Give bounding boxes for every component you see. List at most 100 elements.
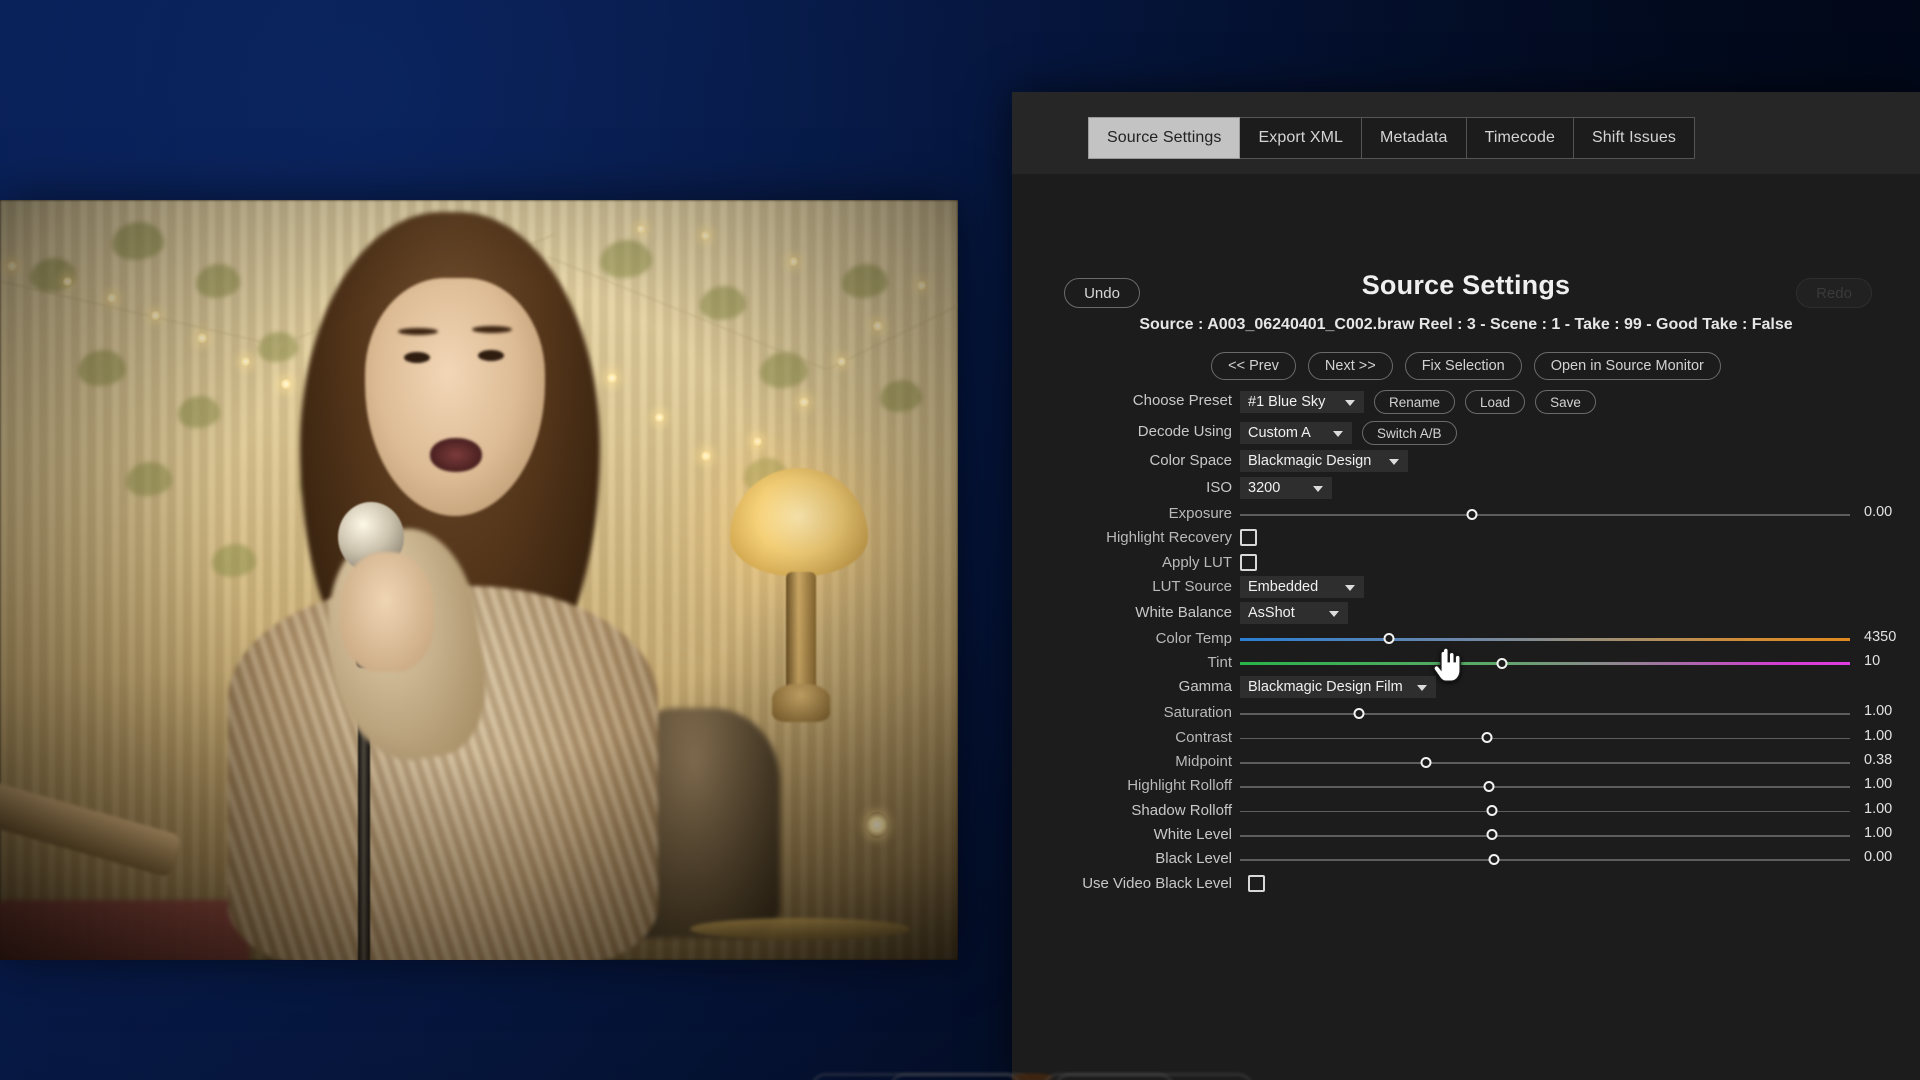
color-space-select[interactable]: Blackmagic Design (1240, 450, 1408, 472)
white-level-slider-handle[interactable] (1486, 829, 1497, 840)
row-tint: Tint 10 (1012, 652, 1920, 676)
black-level-slider-track (1240, 859, 1850, 861)
tab-bar: Source Settings Export XML Metadata Time… (1088, 117, 1695, 159)
row-white-level: White Level 1.00 (1012, 824, 1920, 848)
row-lut-source: LUT Source Embedded (1012, 576, 1920, 602)
navigation-button-row: << Prev Next >> Fix Selection Open in So… (1012, 352, 1920, 380)
contrast-slider-track (1240, 738, 1850, 740)
white-level-slider-track (1240, 835, 1850, 837)
iso-dropdown[interactable]: 3200 (1240, 477, 1332, 499)
iso-select[interactable]: 3200 (1240, 477, 1332, 499)
row-apply-lut: Apply LUT (1012, 552, 1920, 576)
midpoint-value: 0.38 (1864, 752, 1892, 768)
highlight-rolloff-slider-track (1240, 786, 1850, 788)
label-color-temp: Color Temp (1156, 630, 1232, 647)
row-black-level: Black Level 0.00 (1012, 848, 1920, 872)
white-level-slider[interactable] (1240, 834, 1850, 838)
color-temp-slider[interactable] (1240, 638, 1850, 642)
color-space-dropdown[interactable]: Blackmagic Design (1240, 450, 1408, 472)
midpoint-slider[interactable] (1240, 761, 1850, 765)
exposure-slider-track (1240, 514, 1850, 516)
label-tint: Tint (1208, 654, 1232, 671)
save-preset-button[interactable]: Save (1535, 390, 1596, 414)
rename-preset-button[interactable]: Rename (1374, 390, 1455, 414)
tab-timecode[interactable]: Timecode (1467, 117, 1574, 159)
label-gamma: Gamma (1179, 678, 1232, 695)
contrast-value: 1.00 (1864, 728, 1892, 744)
tab-export-xml[interactable]: Export XML (1240, 117, 1362, 159)
row-color-temp: Color Temp 4350 (1012, 628, 1920, 652)
tab-shift-issues[interactable]: Shift Issues (1574, 117, 1695, 159)
black-level-slider-handle[interactable] (1488, 854, 1499, 865)
exposure-slider-handle[interactable] (1466, 509, 1477, 520)
color-temp-slider-track (1240, 638, 1850, 641)
gamma-select[interactable]: Blackmagic Design Film (1240, 676, 1436, 698)
label-decode-using: Decode Using (1138, 423, 1232, 440)
label-saturation: Saturation (1164, 704, 1232, 721)
label-use-video-black-level: Use Video Black Level (1082, 875, 1232, 892)
shadow-rolloff-slider-track (1240, 811, 1850, 813)
contrast-slider[interactable] (1240, 737, 1850, 741)
decode-using-dropdown[interactable]: Custom A (1240, 422, 1352, 444)
row-highlight-rolloff: Highlight Rolloff 1.00 (1012, 775, 1920, 799)
use-video-black-level-checkbox[interactable] (1248, 875, 1265, 892)
label-white-level: White Level (1154, 826, 1232, 843)
sidecar-button-row: Load Sidecar Save Sidecar (1012, 1074, 1052, 1080)
contrast-slider-handle[interactable] (1482, 732, 1493, 743)
saturation-value: 1.00 (1864, 703, 1892, 719)
highlight-rolloff-value: 1.00 (1864, 776, 1892, 792)
color-temp-value: 4350 (1864, 629, 1896, 645)
tab-source-settings[interactable]: Source Settings (1088, 117, 1240, 159)
saturation-slider[interactable] (1240, 712, 1850, 716)
shadow-rolloff-slider-handle[interactable] (1486, 805, 1497, 816)
choose-preset-select[interactable]: #1 Blue Sky (1240, 391, 1364, 413)
lut-source-select[interactable]: Embedded (1240, 576, 1364, 598)
row-color-space: Color Space Blackmagic Design (1012, 450, 1920, 477)
lut-source-dropdown[interactable]: Embedded (1240, 576, 1364, 598)
white-balance-dropdown[interactable]: AsShot (1240, 602, 1348, 624)
label-shadow-rolloff: Shadow Rolloff (1131, 802, 1232, 819)
shadow-rolloff-slider[interactable] (1240, 810, 1850, 814)
decode-using-select[interactable]: Custom A (1240, 422, 1352, 444)
video-preview[interactable] (0, 200, 958, 960)
black-level-slider[interactable] (1240, 858, 1850, 862)
save-sidecar-button[interactable]: Save Sidecar (1043, 1074, 1174, 1080)
next-button[interactable]: Next >> (1308, 352, 1393, 380)
label-white-balance: White Balance (1135, 604, 1232, 621)
choose-preset-dropdown[interactable]: #1 Blue Sky (1240, 391, 1364, 413)
panel-content: Undo Redo Source Settings Source : A003_… (1012, 174, 1920, 1080)
row-use-video-black-level: Use Video Black Level (1012, 873, 1920, 901)
tab-metadata[interactable]: Metadata (1362, 117, 1467, 159)
highlight-rolloff-slider-handle[interactable] (1483, 781, 1494, 792)
label-highlight-recovery: Highlight Recovery (1106, 529, 1232, 546)
highlight-recovery-checkbox[interactable] (1240, 529, 1257, 546)
midpoint-slider-handle[interactable] (1421, 757, 1432, 768)
row-gamma: Gamma Blackmagic Design Film (1012, 676, 1920, 702)
source-settings-panel: Source Settings Export XML Metadata Time… (1012, 92, 1920, 1080)
label-iso: ISO (1206, 479, 1232, 496)
midpoint-slider-track (1240, 762, 1850, 764)
open-in-source-monitor-button[interactable]: Open in Source Monitor (1534, 352, 1721, 380)
apply-lut-checkbox[interactable] (1240, 554, 1257, 571)
row-white-balance: White Balance AsShot (1012, 602, 1920, 628)
tint-slider[interactable] (1240, 662, 1850, 666)
source-info-line: Source : A003_06240401_C002.braw Reel : … (1012, 316, 1920, 334)
load-sidecar-button[interactable]: Load Sidecar (890, 1074, 1020, 1080)
prev-button[interactable]: << Prev (1211, 352, 1296, 380)
row-choose-preset: Choose Preset #1 Blue Sky Rename Load Sa… (1012, 390, 1920, 421)
highlight-rolloff-slider[interactable] (1240, 785, 1850, 789)
exposure-slider[interactable] (1240, 513, 1850, 517)
shadow-rolloff-value: 1.00 (1864, 801, 1892, 817)
fix-selection-button[interactable]: Fix Selection (1405, 352, 1522, 380)
color-temp-slider-handle[interactable] (1384, 633, 1395, 644)
saturation-slider-handle[interactable] (1353, 708, 1364, 719)
row-decode-using: Decode Using Custom A Switch A/B (1012, 421, 1920, 450)
gamma-dropdown[interactable]: Blackmagic Design Film (1240, 676, 1436, 698)
switch-ab-button[interactable]: Switch A/B (1362, 421, 1457, 445)
load-preset-button[interactable]: Load (1465, 390, 1525, 414)
tint-value: 10 (1864, 653, 1880, 669)
vignette-overlay (0, 200, 958, 960)
white-level-value: 1.00 (1864, 825, 1892, 841)
tint-slider-handle[interactable] (1497, 658, 1508, 669)
white-balance-select[interactable]: AsShot (1240, 602, 1348, 624)
